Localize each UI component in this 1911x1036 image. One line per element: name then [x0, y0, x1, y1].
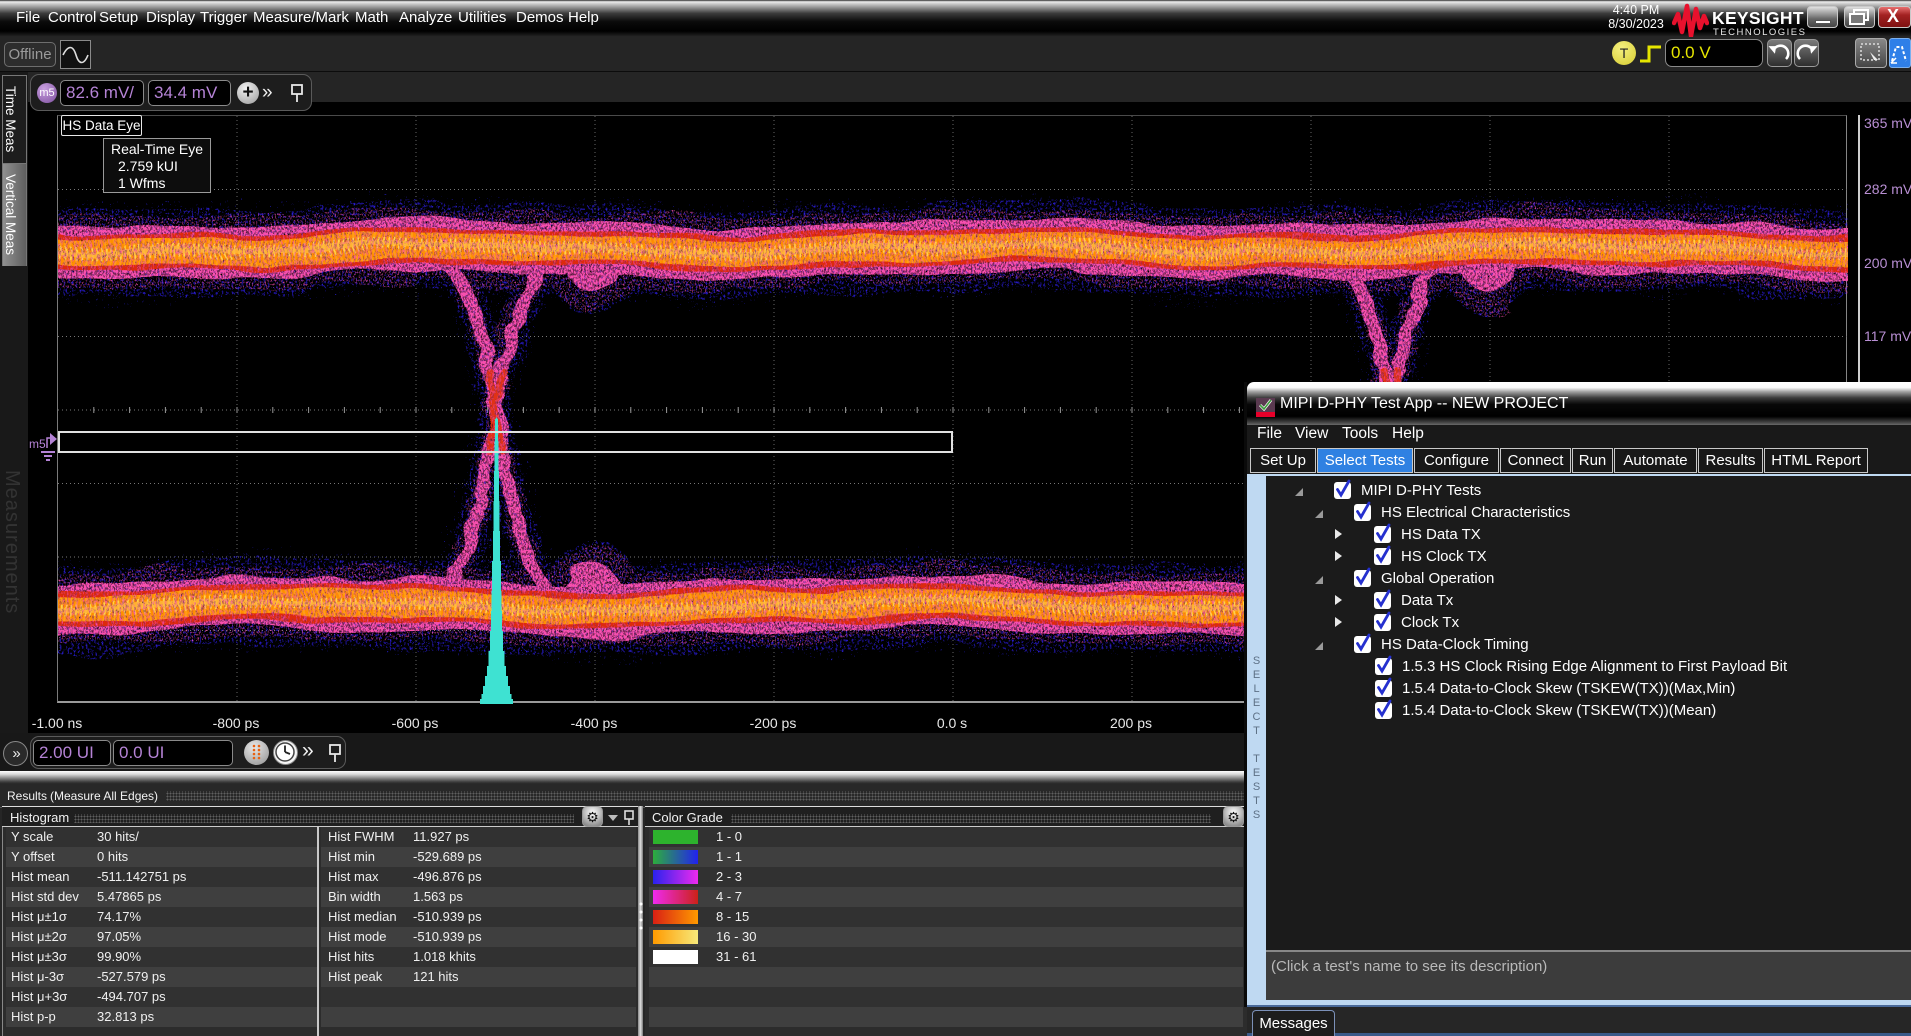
svg-text:m5: m5: [29, 437, 46, 451]
